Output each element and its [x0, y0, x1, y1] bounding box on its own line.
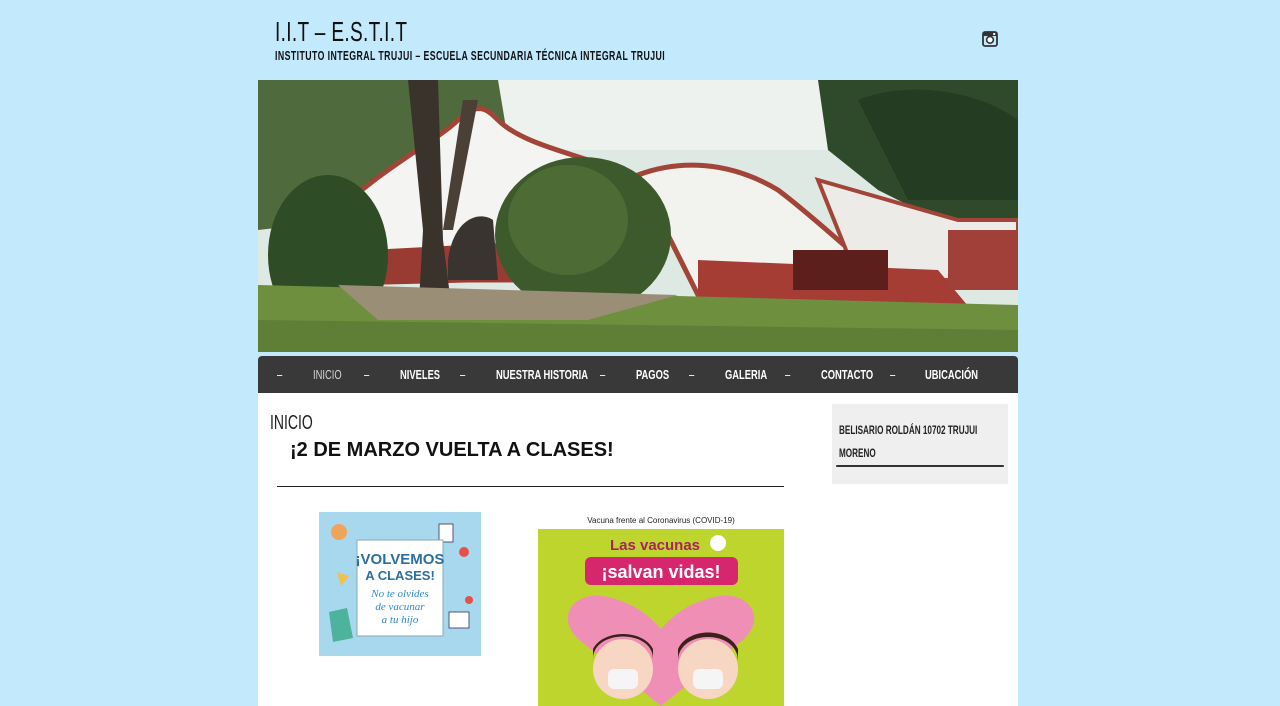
- nav-separator: –: [689, 367, 695, 382]
- nav-item-pagos[interactable]: PAGOS: [636, 356, 669, 393]
- header-image: [258, 80, 1018, 352]
- nav-item-contacto[interactable]: CONTACTO: [821, 356, 873, 393]
- volvemos-line-1: ¡VOLVEMOS: [356, 551, 445, 568]
- separator-line: [277, 486, 784, 487]
- vaccine-image[interactable]: Las vacunas ¡salvan vidas!: [538, 529, 784, 706]
- main-content: INICIO ¡2 DE MARZO VUELTA A CLASES! ¡VOL…: [258, 393, 1018, 706]
- address-widget: BELISARIO ROLDÁN 10702 TRUJUI MORENO: [832, 404, 1008, 484]
- volvemos-line-5: a tu hijo: [382, 614, 419, 626]
- main-navigation: – INICIO – NIVELES – NUESTRA HISTORIA – …: [258, 356, 1018, 393]
- nav-separator: –: [600, 367, 606, 382]
- instagram-icon[interactable]: [982, 31, 998, 47]
- site-title[interactable]: I.I.T – E.S.T.I.T: [275, 16, 407, 48]
- post-title: ¡2 DE MARZO VUELTA A CLASES!: [290, 439, 614, 461]
- nav-separator: –: [277, 367, 283, 382]
- volvemos-line-2: A CLASES!: [365, 568, 435, 583]
- site-container: I.I.T – E.S.T.I.T INSTITUTO INTEGRAL TRU…: [258, 0, 1018, 706]
- nav-separator: –: [460, 367, 466, 382]
- vaccine-caption: Vacuna frente al Coronavirus (COVID-19): [587, 516, 735, 525]
- vaccine-line-2: ¡salvan vidas!: [601, 562, 720, 582]
- page-title: INICIO: [270, 412, 313, 434]
- nav-item-nuestra-historia[interactable]: NUESTRA HISTORIA: [496, 356, 588, 393]
- nav-separator: –: [785, 367, 791, 382]
- nav-separator: –: [890, 367, 896, 382]
- address-text: BELISARIO ROLDÁN 10702 TRUJUI MORENO: [839, 423, 978, 460]
- volvemos-a-clases-image[interactable]: ¡VOLVEMOS A CLASES! No te olvides de vac…: [319, 512, 481, 656]
- site-description: INSTITUTO INTEGRAL TRUJUI – ESCUELA SECU…: [275, 49, 666, 63]
- nav-item-inicio[interactable]: INICIO: [313, 356, 342, 393]
- nav-item-galeria[interactable]: GALERIA: [725, 356, 767, 393]
- volvemos-line-4: de vacunar: [375, 601, 425, 613]
- volvemos-line-3: No te olvides: [370, 588, 428, 600]
- widget-underline: [836, 465, 1004, 467]
- nav-separator: –: [364, 367, 370, 382]
- nav-item-niveles[interactable]: NIVELES: [400, 356, 440, 393]
- vaccine-line-1: Las vacunas: [610, 537, 700, 554]
- nav-item-ubicacion[interactable]: UBICACIÓN: [925, 356, 978, 393]
